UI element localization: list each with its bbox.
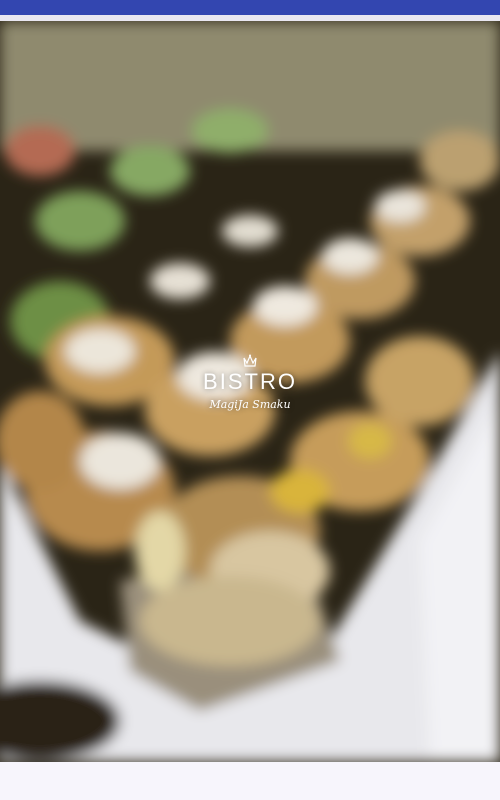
bottom-bar	[0, 762, 500, 800]
logo-tagline: MagiJa Smaku	[209, 398, 291, 411]
splash-screen: BISTRO MagiJa Smaku	[0, 21, 500, 762]
bistro-logo: BISTRO MagiJa Smaku	[150, 354, 350, 412]
crown-icon	[243, 354, 257, 367]
status-bar	[0, 0, 500, 15]
logo-title: BISTRO	[203, 369, 297, 394]
